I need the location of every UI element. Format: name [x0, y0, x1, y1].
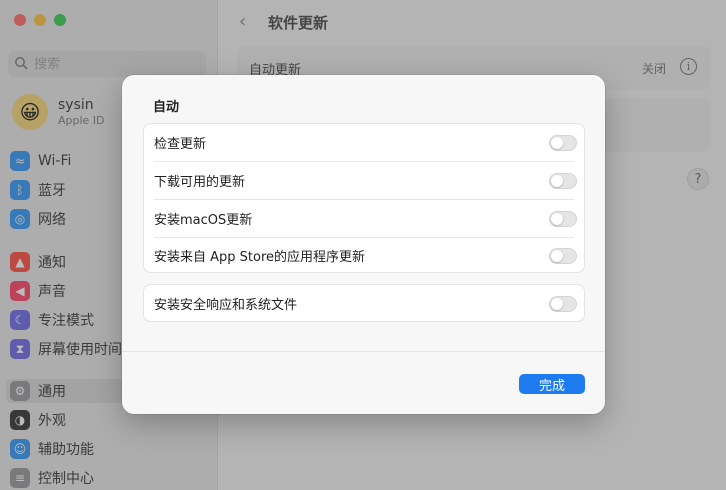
- option-install-security-responses: 安装安全响应和系统文件: [144, 285, 584, 322]
- download-updates-toggle[interactable]: [549, 172, 577, 189]
- check-updates-toggle[interactable]: [549, 134, 577, 151]
- done-button[interactable]: 完成: [519, 374, 585, 394]
- update-options-group: 检查更新 下载可用的更新 安装macOS更新 安装来自 App Store的应用…: [143, 123, 585, 273]
- option-label: 下载可用的更新: [154, 175, 246, 190]
- option-label: 安装macOS更新: [154, 213, 253, 228]
- option-download-updates: 下载可用的更新: [144, 162, 584, 199]
- option-check-updates: 检查更新: [144, 124, 584, 161]
- option-label: 安装来自 App Store的应用程序更新: [154, 250, 366, 265]
- option-label: 检查更新: [154, 137, 207, 152]
- install-macos-updates-toggle[interactable]: [549, 210, 577, 227]
- sheet-title: 自动: [153, 100, 180, 115]
- option-install-macos-updates: 安装macOS更新: [144, 200, 584, 237]
- install-security-responses-toggle[interactable]: [549, 295, 577, 312]
- install-app-store-updates-toggle[interactable]: [549, 247, 577, 264]
- sheet-divider: [122, 351, 605, 352]
- option-label: 安装安全响应和系统文件: [154, 298, 298, 313]
- option-install-app-store-updates: 安装来自 App Store的应用程序更新: [144, 237, 584, 274]
- auto-update-sheet: 自动 检查更新 下载可用的更新 安装macOS更新 安装来自 App Store…: [122, 75, 605, 414]
- security-options-group: 安装安全响应和系统文件: [143, 284, 585, 322]
